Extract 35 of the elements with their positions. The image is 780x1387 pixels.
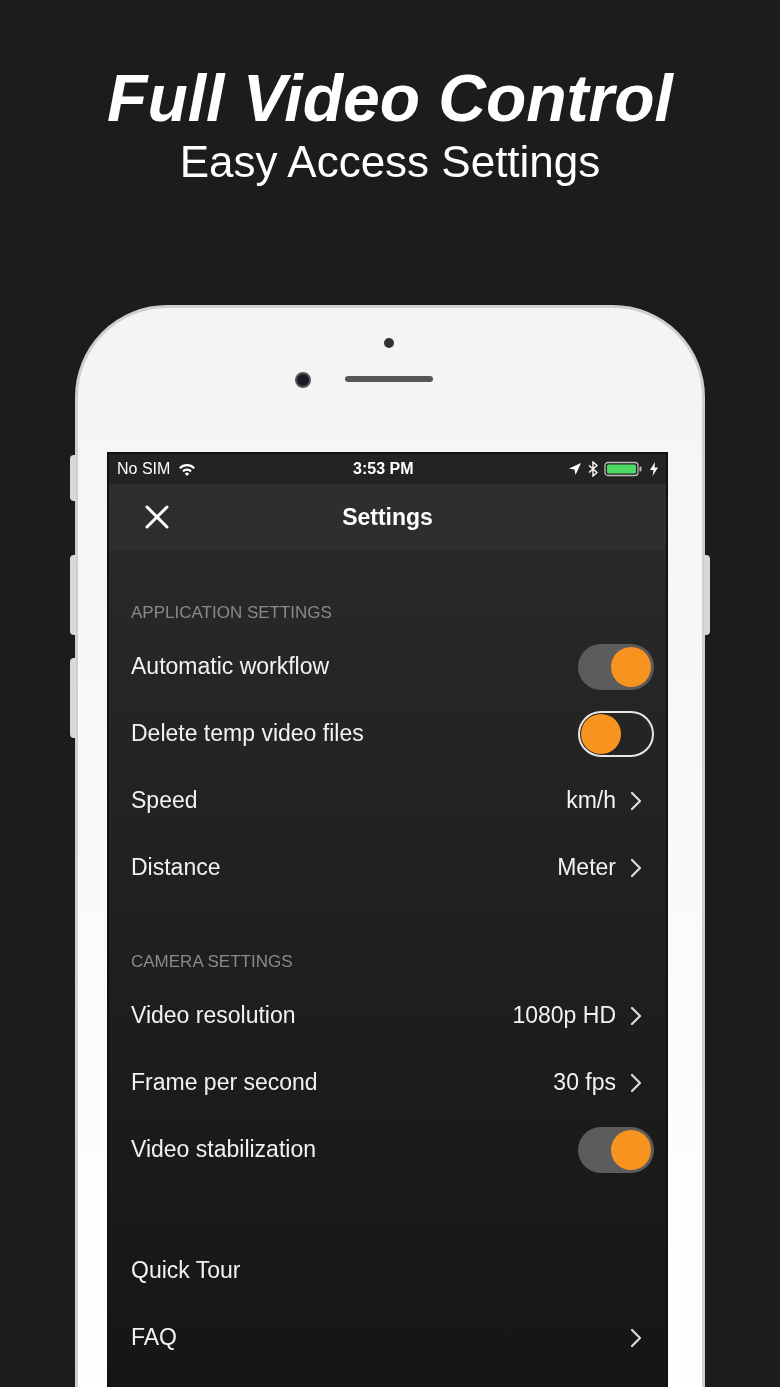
carrier-label: No SIM bbox=[117, 459, 171, 479]
chevron-right-icon[interactable] bbox=[630, 790, 642, 811]
setting-label: Automatic workflow bbox=[131, 652, 330, 682]
setting-label: Video stabilization bbox=[131, 1135, 316, 1165]
setting-label: Quick Tour bbox=[131, 1256, 241, 1286]
toggle-switch[interactable] bbox=[578, 1126, 654, 1173]
charging-bolt-icon bbox=[650, 462, 658, 476]
subheadline: Easy Access Settings bbox=[179, 138, 601, 186]
chevron-right-icon[interactable] bbox=[630, 1072, 642, 1093]
setting-label: Speed bbox=[131, 786, 198, 816]
setting-value: 1080p HD bbox=[512, 1001, 616, 1031]
setting-label: Frame per second bbox=[131, 1068, 318, 1098]
setting-value: Meter bbox=[557, 853, 616, 883]
chevron-right-icon[interactable] bbox=[630, 1005, 642, 1026]
toggle-switch[interactable] bbox=[578, 643, 654, 690]
chevron-right-icon[interactable] bbox=[630, 857, 642, 878]
bluetooth-icon bbox=[588, 461, 598, 477]
battery-icon bbox=[604, 461, 644, 477]
setting-label: Distance bbox=[131, 853, 221, 883]
setting-value: km/h bbox=[566, 786, 616, 816]
status-time: 3:53 PM bbox=[353, 459, 414, 479]
screen-title: Settings bbox=[342, 502, 433, 532]
setting-label: Delete temp video files bbox=[131, 719, 364, 749]
headline: Full Video Control bbox=[107, 60, 673, 137]
setting-label: FAQ bbox=[131, 1323, 177, 1353]
chevron-right-icon[interactable] bbox=[630, 1327, 642, 1348]
section-header: APPLICATION SETTINGS bbox=[131, 601, 332, 624]
setting-value: 30 fps bbox=[553, 1068, 616, 1098]
camera-lens bbox=[295, 372, 311, 388]
setting-label: Video resolution bbox=[131, 1001, 296, 1031]
location-arrow-icon bbox=[568, 462, 582, 476]
toggle-switch[interactable] bbox=[578, 710, 654, 757]
section-header: CAMERA SETTINGS bbox=[131, 950, 293, 973]
wifi-icon bbox=[178, 462, 197, 476]
close-icon[interactable] bbox=[145, 505, 169, 529]
